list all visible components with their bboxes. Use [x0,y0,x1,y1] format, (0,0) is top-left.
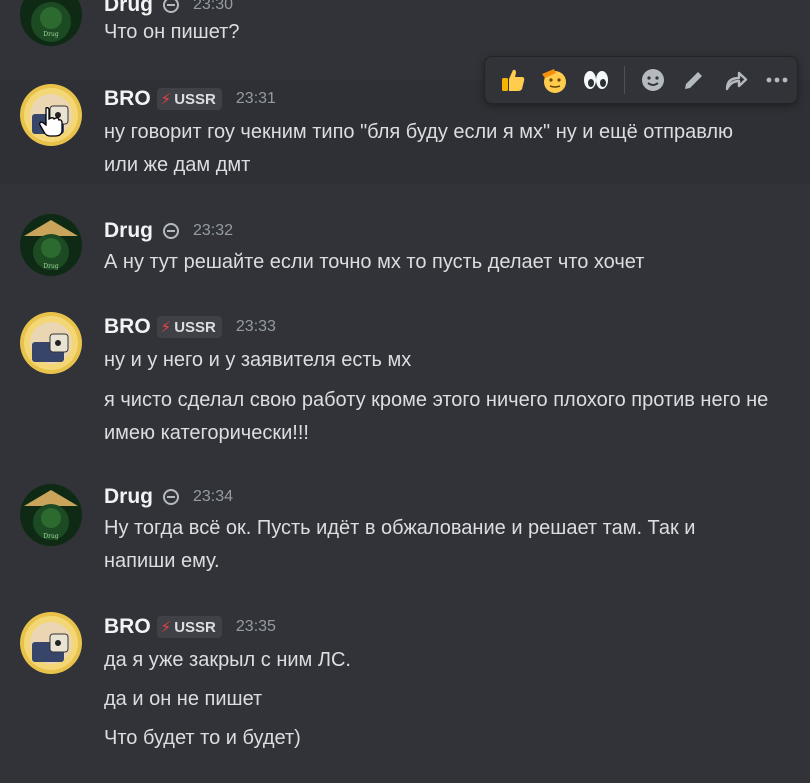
timestamp[interactable]: 23:35 [236,618,276,636]
more-icon [766,77,788,83]
message-text: А ну тут решайте если точно мх то пусть … [104,251,645,273]
thumbs-up-icon [501,69,525,91]
message-text: ну и у него и у заявителя есть мх [104,349,412,371]
tag-label: USSR [174,90,216,108]
lightning-icon: ⚡ [160,91,172,108]
add-reaction-button[interactable] [633,60,673,100]
username[interactable]: Drug [104,0,153,17]
server-tag[interactable]: ⚡ USSR [156,316,222,338]
avatar[interactable] [20,312,82,374]
username[interactable]: Drug [104,219,153,243]
message-header: Drug 23:34 [104,484,233,510]
svg-text:Drug: Drug [43,533,59,540]
eyes-emoji-button[interactable] [576,60,616,100]
message-group: BRO ⚡ USSR 23:33 ну и у него и у заявите… [0,306,810,456]
message-group: Drug Drug 23:32 А ну тут решайте если то… [0,206,810,286]
status-icon [163,223,179,239]
more-options-button[interactable] [757,60,797,100]
toolbar-divider [623,66,625,94]
add-reaction-icon [641,69,664,91]
timestamp[interactable]: 23:30 [193,0,233,14]
timestamp[interactable]: 23:34 [193,488,233,506]
status-icon [163,0,179,13]
message-text: я чисто сделал свою работу кроме этого н… [104,389,769,444]
message-text: Ну тогда всё ок. Пусть идёт в обжаловани… [104,517,696,572]
message-header: BRO ⚡ USSR 23:33 [104,314,276,340]
eyes-icon [583,71,608,89]
svg-text:Drug: Drug [43,263,59,270]
hand-cursor-icon [39,107,63,137]
saluting-face-icon [542,69,567,93]
username[interactable]: BRO [104,615,151,639]
avatar[interactable]: Drug [20,0,82,46]
message-actions-toolbar [484,56,798,104]
username[interactable]: BRO [104,87,151,111]
edit-icon [685,72,703,89]
forward-button[interactable] [716,60,756,100]
message-header: Drug 23:32 [104,218,233,244]
message-text: Что будет то и будет) [104,727,301,749]
avatar[interactable]: Drug [20,484,82,546]
message-text: да и он не пишет [104,688,263,710]
avatar[interactable] [20,612,82,674]
message-text: ну говорит гоу чекним типо "бля буду есл… [104,121,734,176]
thumbs-up-emoji-button[interactable] [493,60,533,100]
username[interactable]: Drug [104,485,153,509]
avatar[interactable]: Drug [20,214,82,276]
message-header: BRO ⚡ USSR 23:31 [104,86,276,112]
server-tag[interactable]: ⚡ USSR [156,88,222,110]
username[interactable]: BRO [104,315,151,339]
tag-label: USSR [174,618,216,636]
message-group: BRO ⚡ USSR 23:35 да я уже закрыл с ним Л… [0,606,810,776]
timestamp[interactable]: 23:32 [193,222,233,240]
message-header: BRO ⚡ USSR 23:35 [104,614,276,640]
server-tag[interactable]: ⚡ USSR [156,616,222,638]
saluting-face-emoji-button[interactable] [535,60,575,100]
message-group: Drug Drug 23:34 Ну тогда всё ок. Пусть и… [0,476,810,586]
timestamp[interactable]: 23:31 [236,90,276,108]
timestamp[interactable]: 23:33 [236,318,276,336]
lightning-icon: ⚡ [160,619,172,636]
chat-messages: Drug Drug 23:30 Что он пишет? BRO ⚡ USSR… [0,0,810,783]
forward-icon [725,71,747,91]
message-text: да я уже закрыл с ним ЛС. [104,649,351,671]
edit-button[interactable] [674,60,714,100]
svg-text:Drug: Drug [43,31,59,38]
message-text: Что он пишет? [104,21,240,43]
status-icon [163,489,179,505]
lightning-icon: ⚡ [160,319,172,336]
tag-label: USSR [174,318,216,336]
